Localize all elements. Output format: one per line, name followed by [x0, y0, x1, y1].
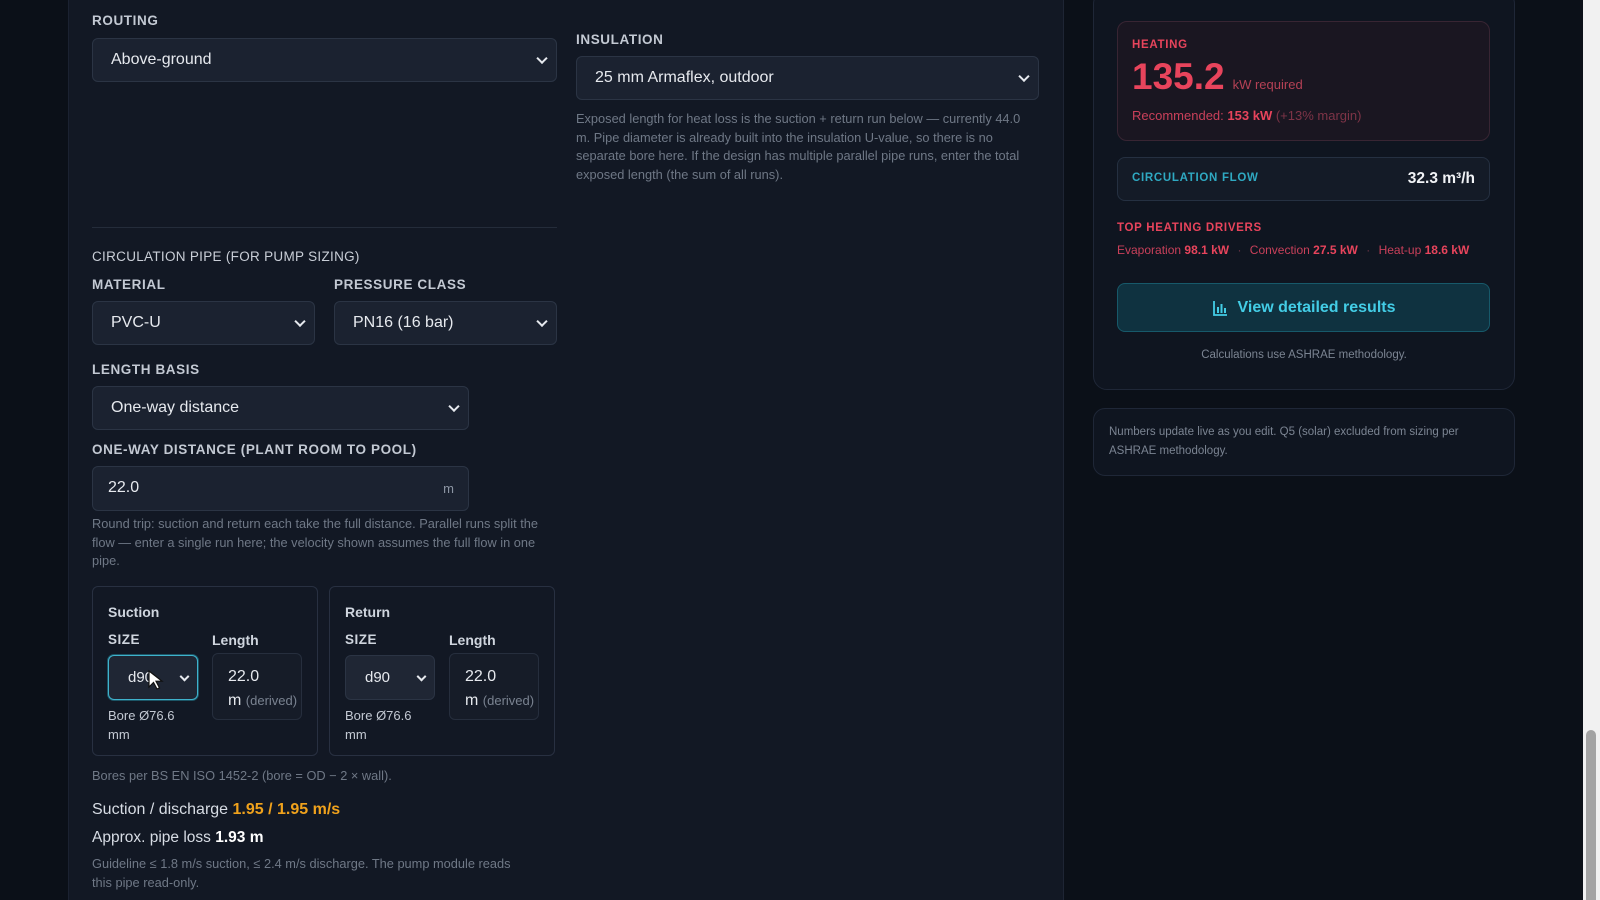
suction-length-value: 22.0 — [228, 668, 260, 685]
routing-label: ROUTING — [92, 13, 159, 28]
flow-value: 32.3 m³/h — [1407, 170, 1475, 187]
return-bore: Bore Ø76.6 mm — [345, 708, 412, 742]
chevron-down-icon — [294, 315, 306, 328]
return-length-unit: m — [465, 692, 479, 709]
view-detailed-results-label: View detailed results — [1237, 298, 1396, 316]
chevron-down-icon — [536, 52, 548, 65]
velocity-line: Suction / discharge 1.95 / 1.95 m/s — [92, 801, 340, 819]
drivers-label: TOP HEATING DRIVERS — [1117, 222, 1262, 234]
heating-unit: kW required — [1232, 77, 1303, 92]
material-label: MATERIAL — [92, 277, 166, 292]
driver-heatup-name: Heat-up — [1378, 243, 1422, 257]
return-size-select[interactable]: d90 — [345, 655, 435, 700]
live-update-note: Numbers update live as you edit. Q5 (sol… — [1093, 408, 1515, 476]
routing-select[interactable]: Above-ground — [92, 38, 557, 82]
driver-heatup-value: 18.6 kW — [1424, 243, 1470, 257]
driver-convection-value: 27.5 kW — [1313, 243, 1358, 257]
guideline-note: Guideline ≤ 1.8 m/s suction, ≤ 2.4 m/s d… — [92, 856, 511, 890]
driver-evaporation-value: 98.1 kW — [1184, 243, 1230, 257]
return-size-value: d90 — [365, 669, 391, 686]
chevron-down-icon — [448, 400, 460, 413]
scrollbar-thumb[interactable] — [1586, 730, 1596, 900]
insulation-help: Exposed length for heat loss is the suct… — [576, 111, 1021, 182]
distance-unit: m — [443, 481, 454, 496]
material-value: PVC-U — [111, 314, 161, 331]
recommended-margin: (+13% margin) — [1275, 108, 1362, 123]
chevron-down-icon — [536, 315, 548, 328]
length-basis-label: LENGTH BASIS — [92, 362, 200, 377]
recommended-value: 153 kW — [1227, 108, 1273, 123]
recommended-line: Recommended: 153 kW (+13% margin) — [1132, 108, 1361, 123]
heating-label: HEATING — [1132, 39, 1188, 51]
driver-evaporation-name: Evaporation — [1117, 243, 1182, 257]
chevron-down-icon — [179, 671, 190, 682]
velocity-label: Suction / discharge — [92, 801, 229, 818]
material-select[interactable]: PVC-U — [92, 301, 315, 345]
distance-input[interactable]: 22.0 m — [92, 466, 469, 511]
return-length-value: 22.0 — [465, 668, 497, 685]
pressure-class-select[interactable]: PN16 (16 bar) — [334, 301, 557, 345]
return-size-label: SIZE — [345, 632, 378, 647]
insulation-label: INSULATION — [576, 32, 664, 47]
bar-chart-icon — [1212, 300, 1227, 316]
distance-label: ONE-WAY DISTANCE (PLANT ROOM TO POOL) — [92, 442, 417, 457]
suction-title: Suction — [108, 604, 160, 620]
suction-derived-tag: (derived) — [245, 693, 298, 708]
pipe-loss-value: 1.93 m — [215, 829, 264, 846]
distance-value: 22.0 — [108, 479, 140, 496]
chevron-down-icon — [416, 671, 427, 682]
heating-card: HEATING 135.2 kW required Recommended: 1… — [1117, 21, 1490, 141]
insulation-select[interactable]: 25 mm Armaflex, outdoor — [576, 56, 1039, 100]
suction-length-unit: m — [228, 692, 242, 709]
mouse-cursor-icon — [148, 669, 164, 690]
return-title: Return — [345, 604, 391, 620]
suction-card: Suction SIZE Length d90 22.0 m (derived)… — [92, 586, 318, 756]
length-basis-value: One-way distance — [111, 399, 240, 416]
view-detailed-results-button[interactable]: View detailed results — [1117, 283, 1490, 332]
driver-convection-name: Convection — [1249, 243, 1310, 257]
routing-value: Above-ground — [111, 51, 212, 68]
return-derived-tag: (derived) — [482, 693, 535, 708]
flow-label: CIRCULATION FLOW — [1132, 172, 1259, 184]
pipe-loss-line: Approx. pipe loss 1.93 m — [92, 829, 263, 847]
distance-help: Round trip: suction and return each take… — [92, 516, 539, 568]
heating-readout: 135.2 kW required — [1132, 56, 1303, 98]
suction-size-select[interactable]: d90 — [108, 655, 198, 700]
suction-length-label: Length — [212, 632, 259, 648]
chevron-down-icon — [1018, 70, 1030, 83]
methodology-note: Calculations use ASHRAE methodology. — [1201, 349, 1407, 361]
section-divider — [92, 227, 557, 228]
recommended-label: Recommended: — [1132, 108, 1224, 123]
return-card: Return SIZE Length d90 22.0 m (derived) … — [329, 586, 555, 756]
return-length-field[interactable]: 22.0 m (derived) — [449, 653, 539, 720]
bores-note: Bores per BS EN ISO 1452-2 (bore = OD − … — [92, 768, 392, 783]
drivers-list: Evaporation 98.1 kW · Convection 27.5 kW… — [1117, 243, 1469, 257]
suction-bore: Bore Ø76.6 mm — [108, 708, 175, 742]
length-basis-select[interactable]: One-way distance — [92, 386, 469, 430]
suction-size-label: SIZE — [108, 632, 141, 647]
circ-pipe-heading: CIRCULATION PIPE (FOR PUMP SIZING) — [92, 249, 360, 264]
return-length-label: Length — [449, 632, 496, 648]
pressure-class-value: PN16 (16 bar) — [353, 314, 454, 331]
suction-length-field[interactable]: 22.0 m (derived) — [212, 653, 302, 720]
pressure-class-label: PRESSURE CLASS — [334, 277, 467, 292]
circulation-flow-card: CIRCULATION FLOW 32.3 m³/h — [1117, 157, 1490, 201]
insulation-value: 25 mm Armaflex, outdoor — [595, 69, 774, 86]
driver-separator: · — [1237, 243, 1242, 257]
pipe-loss-label: Approx. pipe loss — [92, 829, 211, 846]
heating-value: 135.2 — [1132, 56, 1225, 97]
driver-separator: · — [1366, 243, 1371, 257]
velocity-value: 1.95 / 1.95 m/s — [232, 801, 341, 818]
